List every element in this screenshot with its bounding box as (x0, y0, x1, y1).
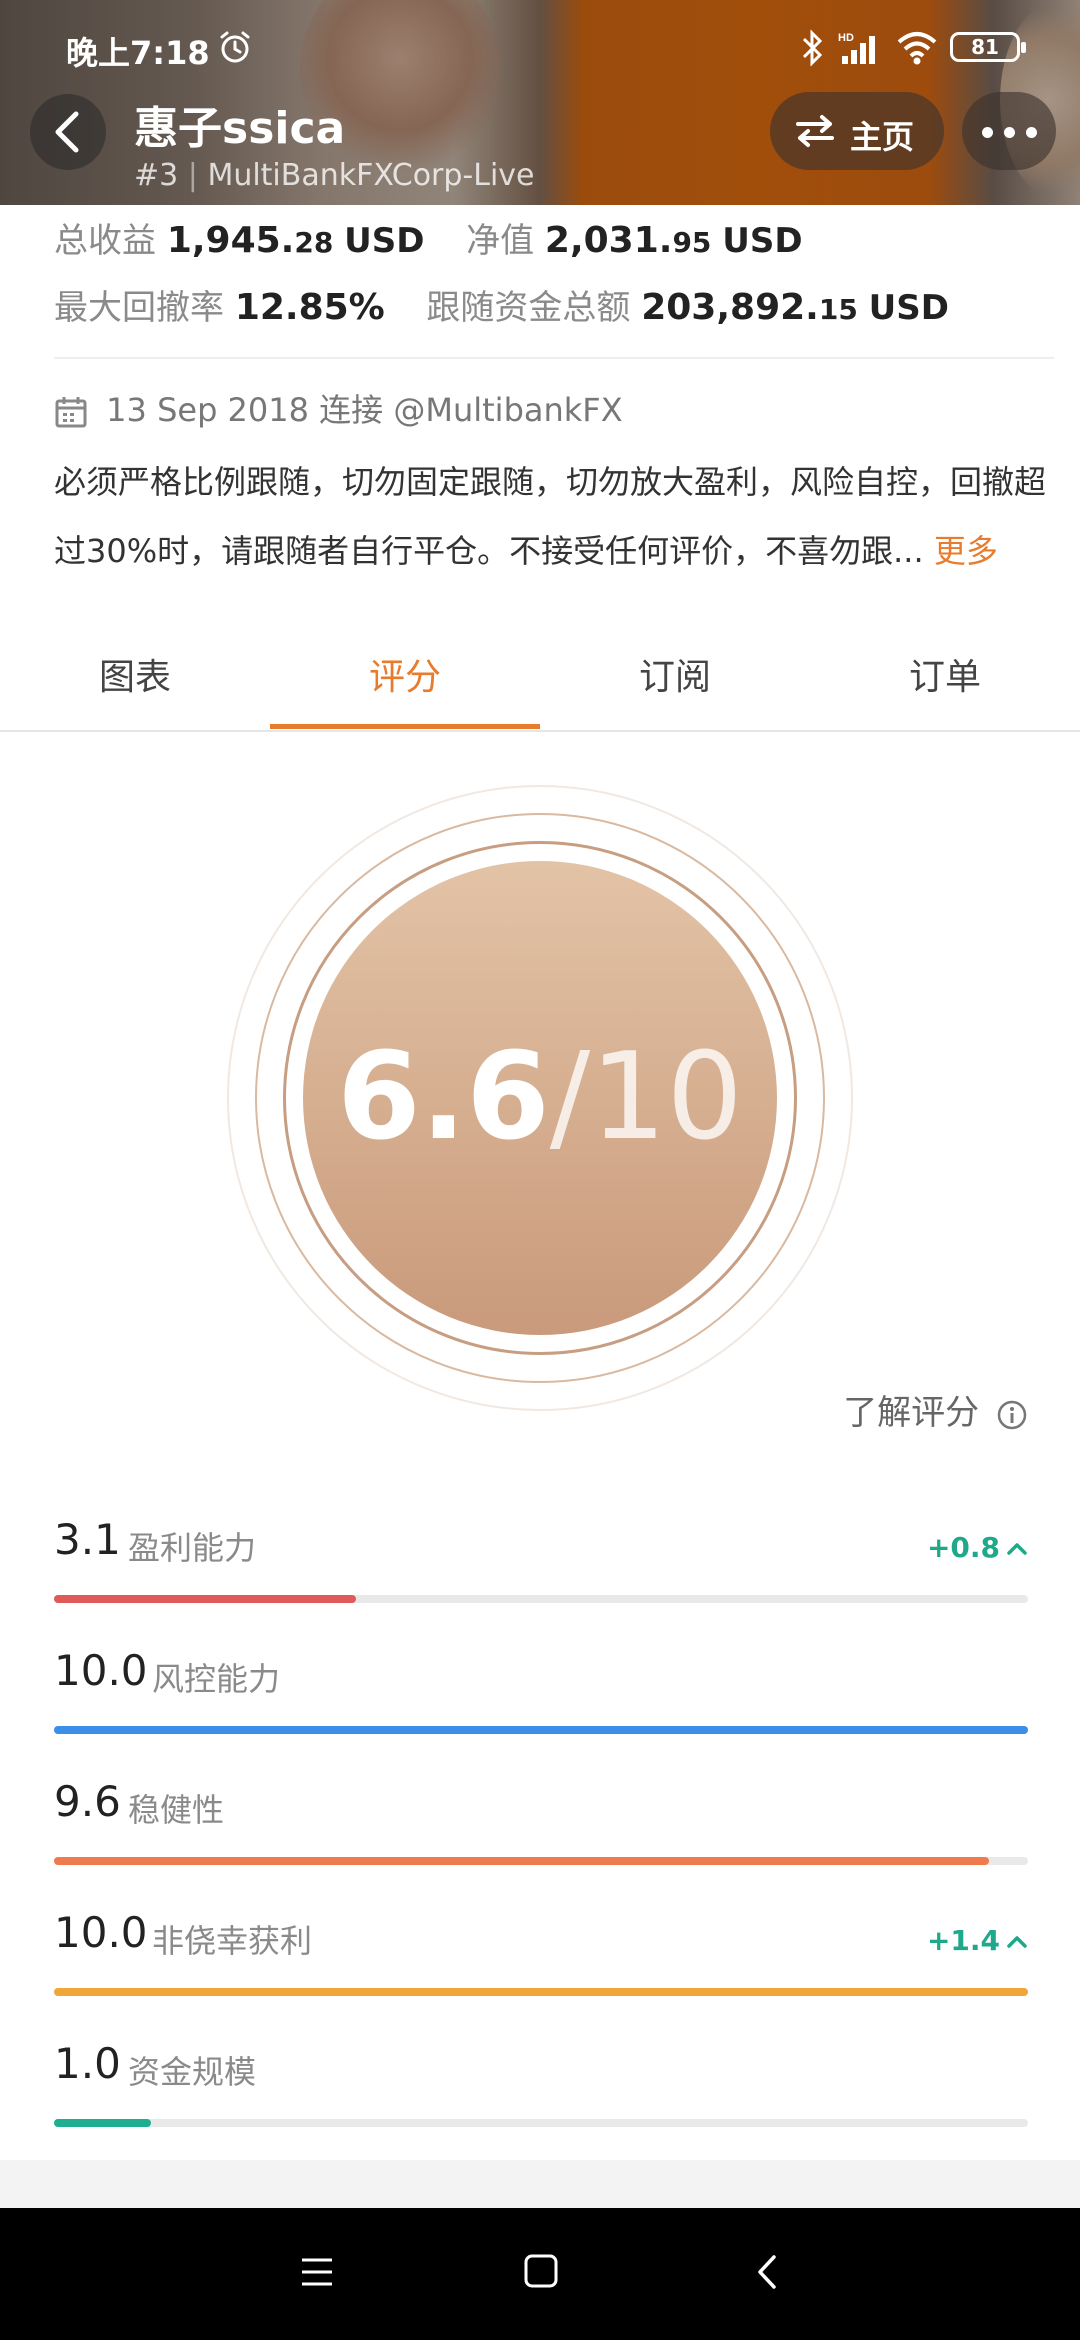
metric-progress-fill (54, 1595, 356, 1603)
metric-progress-track (54, 1857, 1028, 1865)
trader-rank: #3 (134, 158, 179, 193)
home-button-label: 主页 (850, 118, 915, 156)
nav-back-icon[interactable] (756, 2254, 778, 2290)
system-navigation-bar (0, 2208, 1080, 2340)
metric-label: 风控能力 (152, 1660, 281, 1698)
trader-subtitle: #3 | MultiBankFXCorp-Live (134, 158, 535, 193)
learn-rating-link[interactable]: 了解评分 (843, 1385, 1028, 1434)
tab-bar: 图表 评分 订阅 订单 (0, 620, 1080, 732)
follow-funds-unit: USD (868, 288, 949, 328)
metric-profitability: 3.1 盈利能力 +0.8 (54, 1515, 1028, 1615)
metric-stability: 9.6 稳健性 (54, 1777, 1028, 1877)
connect-info: 13 Sep 2018 连接 @MultibankFX (54, 385, 623, 431)
profile-header: 晚上7:18 HD 81 惠子ssica #3 | MultiBankFXCor… (0, 0, 1080, 205)
metric-progress-track (54, 1595, 1028, 1603)
metric-risk-control: 10.0 风控能力 (54, 1646, 1028, 1746)
max-drawdown-label: 最大回撤率 (54, 288, 224, 328)
metric-label: 资金规模 (128, 2053, 257, 2091)
metric-progress-fill (54, 1988, 1028, 1996)
active-tab-indicator (270, 724, 540, 729)
connect-label: 连接 (319, 391, 384, 429)
tab-subscription[interactable]: 订阅 (540, 648, 810, 700)
home-square-icon[interactable] (524, 2254, 558, 2288)
calendar-icon (55, 397, 87, 428)
swap-icon (796, 115, 834, 147)
stats-row-2: 最大回撤率 12.85% 跟随资金总额 203,892.15 USD (54, 280, 1044, 329)
tab-rating[interactable]: 评分 (270, 648, 540, 700)
score-text: 6.6/10 (227, 785, 853, 1411)
metric-score: 1.0 (54, 2039, 121, 2088)
metric-non-luck-profit: 10.0 非侥幸获利 +1.4 (54, 1908, 1028, 2008)
metric-score: 10.0 (54, 1646, 148, 1695)
more-options-button[interactable] (962, 92, 1056, 170)
max-drawdown-value: 12.85% (234, 287, 385, 328)
metric-change: +0.8 (927, 1531, 1028, 1564)
metric-change: +1.4 (927, 1924, 1028, 1957)
learn-rating-label: 了解评分 (843, 1393, 980, 1433)
metric-score: 9.6 (54, 1777, 121, 1826)
tab-orders[interactable]: 订单 (810, 648, 1080, 700)
section-divider (0, 2160, 1080, 2208)
status-time: 晚上7:18 (66, 34, 210, 72)
metric-progress-fill (54, 1726, 1028, 1734)
trader-name: 惠子ssica (134, 103, 346, 154)
overall-score-badge: 6.6/10 (227, 785, 853, 1411)
metric-label: 稳健性 (128, 1791, 225, 1829)
battery-indicator: 81 (950, 32, 1026, 62)
connect-date: 13 Sep 2018 (106, 391, 309, 429)
tab-chart[interactable]: 图表 (0, 648, 270, 700)
status-bar: 晚上7:18 HD 81 (0, 0, 1080, 96)
chevron-left-icon (55, 111, 79, 153)
strategy-description: 必须严格比例跟随，切勿固定跟随，切勿放大盈利，风险自控，回撤超过30%时，请跟随… (54, 448, 1054, 586)
more-link[interactable]: 更多 (934, 532, 998, 570)
more-dot-icon (982, 127, 993, 138)
metric-progress-fill (54, 1857, 990, 1865)
metric-fund-size: 1.0 资金规模 (54, 2039, 1028, 2139)
metric-progress-fill (54, 2119, 152, 2127)
bluetooth-icon (802, 29, 823, 67)
stats-row-1: 总收益 1,945.28 USD 净值 2,031.95 USD (54, 213, 1044, 262)
metric-label: 非侥幸获利 (152, 1922, 313, 1960)
trader-server: MultiBankFXCorp-Live (207, 158, 535, 193)
score-denominator: /10 (549, 1028, 743, 1167)
follow-funds-value: 203,892.15 (641, 287, 858, 328)
description-text: 必须严格比例跟随，切勿固定跟随，切勿放大盈利，风险自控，回撤超过30%时，请跟随… (54, 463, 1047, 570)
wifi-icon (897, 32, 937, 65)
metric-progress-track (54, 1726, 1028, 1734)
metric-label: 盈利能力 (128, 1529, 257, 1567)
score-value: 6.6 (337, 1028, 550, 1167)
equity-unit: USD (722, 221, 803, 261)
equity-value: 2,031.95 (544, 220, 712, 261)
info-icon (997, 1400, 1027, 1429)
chevron-up-icon (1007, 1543, 1027, 1555)
metric-progress-track (54, 1988, 1028, 1996)
chevron-up-icon (1007, 1936, 1027, 1948)
divider (54, 357, 1054, 359)
metric-score: 10.0 (54, 1908, 148, 1957)
svg-text:HD: HD (838, 32, 854, 44)
equity-label: 净值 (466, 221, 535, 261)
metric-score: 3.1 (54, 1515, 121, 1564)
signal-icon: HD (838, 32, 875, 64)
home-button[interactable]: 主页 (770, 92, 944, 170)
total-profit-value: 1,945.28 (166, 220, 334, 261)
alarm-icon (220, 31, 250, 63)
total-profit-unit: USD (344, 221, 425, 261)
menu-icon[interactable] (300, 2256, 334, 2288)
metric-progress-track (54, 2119, 1028, 2127)
back-button[interactable] (30, 94, 106, 170)
follow-funds-label: 跟随资金总额 (426, 288, 631, 328)
total-profit-label: 总收益 (54, 221, 156, 261)
broker-handle[interactable]: @MultibankFX (393, 391, 622, 429)
